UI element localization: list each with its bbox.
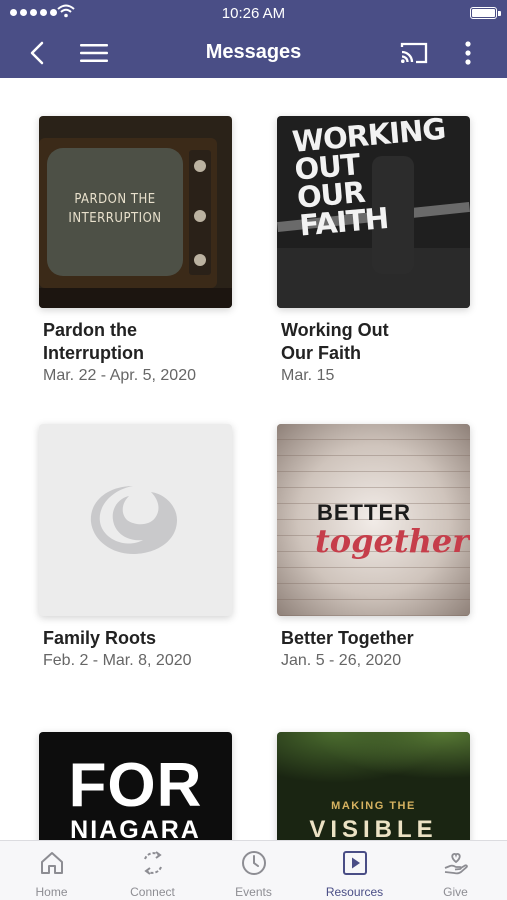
message-card-pardon[interactable]: PARDON THE INTERRUPTION Pardon the Inter… [39,116,232,387]
message-card-family-roots[interactable]: Family Roots Feb. 2 - Mar. 8, 2020 [39,424,232,672]
connect-icon [143,851,162,875]
tv-knobs [189,150,211,275]
play-square-icon [342,851,367,875]
message-thumbnail: BETTER together [277,424,470,616]
message-card-working-out[interactable]: WORKING OUT OUR FAITH Working Out Our Fa… [277,116,470,387]
art-subtitle-text: together [315,522,470,560]
message-title: Family Roots [43,628,157,648]
church-logo-icon [90,486,177,554]
messages-grid: PARDON THE INTERRUPTION Pardon the Inter… [0,78,507,840]
tv-screen: PARDON THE INTERRUPTION [47,148,183,276]
art-title-text: WORKING OUT OUR FAITH [290,116,447,243]
tab-label: Connect [130,885,175,899]
status-bar: 10:26 AM [0,0,507,27]
art-title-text: FOR [68,751,203,820]
art-subtitle-text: MAKING THE [331,800,416,812]
tab-resources[interactable]: Resources [304,841,405,900]
app-header: 10:26 AM Messages [0,0,507,78]
message-date: Mar. 15 [281,367,335,384]
tv-stand [39,288,232,308]
message-thumbnail: FOR NIAGARA [39,732,232,840]
nav-bar: Messages [0,27,507,78]
message-title: Working Out Our Faith [281,320,389,363]
message-card-better-together[interactable]: BETTER together Better Together Jan. 5 -… [277,424,470,672]
message-title: Pardon the Interruption [43,320,144,363]
tab-label: Resources [325,885,384,899]
message-title: Better Together [281,628,414,648]
battery-icon [470,7,501,19]
message-thumbnail: MAKING THE VISIBLE [277,732,470,840]
more-vertical-icon [465,40,471,65]
art-subtitle-text: NIAGARA [70,816,201,840]
message-thumbnail: WORKING OUT OUR FAITH [277,116,470,308]
message-date: Jan. 5 - 26, 2020 [281,652,402,669]
cast-icon [400,42,428,63]
bottom-tab-bar: Home Connect Events Resources Give [0,840,507,900]
message-thumbnail [39,424,232,616]
message-date: Mar. 22 - Apr. 5, 2020 [43,367,196,384]
more-options-button[interactable] [452,27,484,78]
tab-home[interactable]: Home [1,841,102,900]
status-time: 10:26 AM [221,5,286,22]
message-card-making-visible[interactable]: MAKING THE VISIBLE [277,732,470,840]
message-card-for-niagara[interactable]: FOR NIAGARA [39,732,232,840]
art-title-text: PARDON THE INTERRUPTION [68,192,162,226]
give-hand-icon [444,853,468,875]
tab-label: Give [443,885,468,899]
message-date: Feb. 2 - Mar. 8, 2020 [43,652,192,669]
tab-give[interactable]: Give [405,841,506,900]
pine-branches [277,732,470,792]
clock-icon [241,851,266,875]
tab-events[interactable]: Events [203,841,304,900]
tv-illustration: PARDON THE INTERRUPTION [39,138,217,288]
message-thumbnail: PARDON THE INTERRUPTION [39,116,232,308]
cast-button[interactable] [392,27,436,78]
home-icon [40,852,63,874]
art-title-text: VISIBLE [309,816,438,840]
tab-label: Home [35,885,68,899]
tab-connect[interactable]: Connect [102,841,203,900]
tab-label: Events [235,885,272,899]
